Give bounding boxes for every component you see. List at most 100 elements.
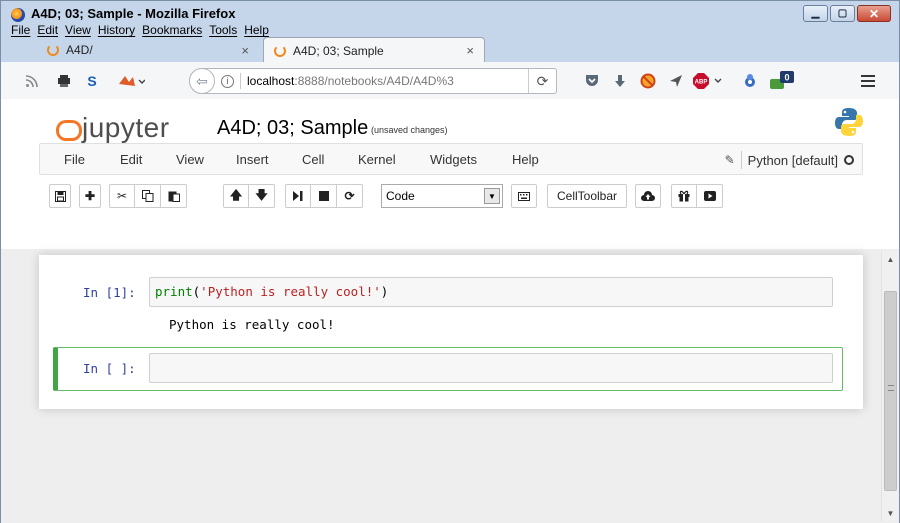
minimize-button[interactable]: ▁ xyxy=(803,5,828,22)
save-status: (unsaved changes) xyxy=(371,125,448,135)
jmenu-kernel[interactable]: Kernel xyxy=(358,152,396,167)
run-button[interactable] xyxy=(285,184,311,208)
move-down-button[interactable]: 🡇 xyxy=(249,184,275,208)
code-cell[interactable]: In [1]: print('Python is really cool!') … xyxy=(53,277,843,337)
maximize-button[interactable]: ▢ xyxy=(830,5,855,22)
restart-button[interactable]: ⟳ xyxy=(337,184,363,208)
cloud-upload-icon xyxy=(641,191,655,201)
copy-button[interactable] xyxy=(135,184,161,208)
hamburger-menu-icon[interactable] xyxy=(857,70,879,92)
menu-edit[interactable]: Edit xyxy=(37,23,58,37)
tab-label: A4D/ xyxy=(66,43,93,57)
jupyter-logo[interactable]: jupyter xyxy=(56,112,170,144)
pocket-icon[interactable] xyxy=(581,70,603,92)
scrollbar-thumb[interactable] xyxy=(884,291,897,491)
copy-icon xyxy=(141,190,153,202)
firefox-logo-icon xyxy=(11,8,25,22)
gift-button[interactable] xyxy=(671,184,697,208)
tab-close-icon[interactable]: × xyxy=(241,43,249,58)
interrupt-button[interactable] xyxy=(311,184,337,208)
url-bar[interactable]: ⇦ i localhost:8888/notebooks/A4D/A4D%3 ⟳ xyxy=(189,68,557,94)
tab-a4d[interactable]: A4D/ × xyxy=(37,37,259,63)
cell-prompt: In [ ]: xyxy=(83,361,136,376)
adblock-plus-icon[interactable]: ABP xyxy=(691,70,727,92)
celltoolbar-button[interactable]: CellToolbar xyxy=(547,184,627,208)
reader-icon[interactable] xyxy=(53,70,75,92)
close-window-button[interactable]: ✕ xyxy=(857,5,891,22)
minimize-icon: ▁ xyxy=(811,8,820,19)
tab-sample[interactable]: A4D; 03; Sample × xyxy=(263,37,485,63)
menu-help[interactable]: Help xyxy=(244,23,269,37)
browser-menubar: File Edit View History Bookmarks Tools H… xyxy=(11,23,269,37)
scroll-down-icon[interactable]: ▼ xyxy=(882,505,899,521)
back-arrow-icon[interactable]: ⇦ xyxy=(189,68,215,94)
paste-button[interactable] xyxy=(161,184,187,208)
stop-icon xyxy=(318,191,329,201)
dropdown-arrow-icon: ▼ xyxy=(484,188,500,204)
youtube-play-icon xyxy=(703,191,716,201)
jupyter-logo-icon xyxy=(56,118,82,141)
reload-icon[interactable]: ⟳ xyxy=(528,69,556,93)
code-input[interactable] xyxy=(149,353,833,383)
plus-icon: ✚ xyxy=(84,189,96,203)
jupyter-toolbar: ✚ ✂ 🡅 🡇 ⟳ Code ▼ CellToolbar xyxy=(39,181,863,213)
kernel-name[interactable]: Python [default] xyxy=(748,153,838,168)
save-button[interactable] xyxy=(49,184,71,208)
cloud-button[interactable] xyxy=(635,184,661,208)
cell-prompt: In [1]: xyxy=(83,285,136,300)
jmenu-file[interactable]: File xyxy=(64,152,85,167)
site-info-icon[interactable]: i xyxy=(221,74,234,88)
firefox-window: A4D; 03; Sample - Mozilla Firefox File E… xyxy=(0,0,900,523)
skype-icon[interactable]: S xyxy=(81,70,103,92)
cut-button[interactable]: ✂ xyxy=(109,184,135,208)
kernel-indicator: ✎ Python [default] xyxy=(725,151,854,169)
window-controls: ▁ ▢ ✕ xyxy=(803,5,891,22)
notebook-title[interactable]: A4D; 03; Sample xyxy=(217,117,368,140)
jmenu-edit[interactable]: Edit xyxy=(120,152,142,167)
abp-label: ABP xyxy=(695,80,708,86)
command-palette-button[interactable] xyxy=(511,184,537,208)
notebook-page: In [1]: print('Python is really cool!') … xyxy=(39,255,863,409)
window-title: A4D; 03; Sample - Mozilla Firefox xyxy=(31,6,236,21)
extension-icon[interactable] xyxy=(739,70,761,92)
tab-close-icon[interactable]: × xyxy=(466,43,474,58)
paste-icon xyxy=(168,191,180,202)
menu-tools[interactable]: Tools xyxy=(209,23,237,37)
jmenu-cell[interactable]: Cell xyxy=(302,152,324,167)
rss-icon[interactable] xyxy=(21,70,43,92)
insert-cell-button[interactable]: ✚ xyxy=(79,184,101,208)
jmenu-insert[interactable]: Insert xyxy=(236,152,269,167)
arrow-up-icon: 🡅 xyxy=(229,187,243,202)
cell-type-select[interactable]: Code ▼ xyxy=(381,184,503,208)
url-text[interactable]: localhost:8888/notebooks/A4D/A4D%3 xyxy=(247,74,454,88)
menu-bookmarks[interactable]: Bookmarks xyxy=(142,23,202,37)
jmenu-view[interactable]: View xyxy=(176,152,204,167)
kernel-idle-icon xyxy=(844,155,854,165)
scroll-up-icon[interactable]: ▲ xyxy=(882,251,899,267)
menu-view[interactable]: View xyxy=(65,23,91,37)
loading-spinner-icon xyxy=(47,44,59,56)
loading-spinner-icon xyxy=(274,44,286,57)
pocket-count: 0 xyxy=(784,73,789,83)
save-icon xyxy=(54,190,66,202)
code-cell-selected[interactable]: In [ ]: xyxy=(53,347,843,391)
pocket-count-icon[interactable]: 0 xyxy=(769,70,797,92)
refresh-icon: ⟳ xyxy=(344,189,355,203)
vertical-scrollbar[interactable]: ▲ ▼ xyxy=(881,251,899,521)
maximize-icon: ▢ xyxy=(837,8,848,19)
present-button[interactable] xyxy=(697,184,723,208)
arrow-down-icon: 🡇 xyxy=(255,187,268,202)
code-input[interactable]: print('Python is really cool!') xyxy=(149,277,833,307)
move-up-button[interactable]: 🡅 xyxy=(223,184,249,208)
python-logo-icon xyxy=(835,108,863,136)
send-arrow-icon[interactable] xyxy=(665,70,687,92)
notebook-area: In [1]: print('Python is really cool!') … xyxy=(1,249,899,523)
jmenu-help[interactable]: Help xyxy=(512,152,539,167)
jmenu-widgets[interactable]: Widgets xyxy=(430,152,477,167)
download-icon[interactable] xyxy=(609,70,631,92)
menu-history[interactable]: History xyxy=(98,23,135,37)
block-addon-icon[interactable] xyxy=(637,70,659,92)
addon-menu-icon[interactable] xyxy=(115,70,147,92)
scissors-icon: ✂ xyxy=(116,189,128,203)
menu-file[interactable]: File xyxy=(11,23,30,37)
